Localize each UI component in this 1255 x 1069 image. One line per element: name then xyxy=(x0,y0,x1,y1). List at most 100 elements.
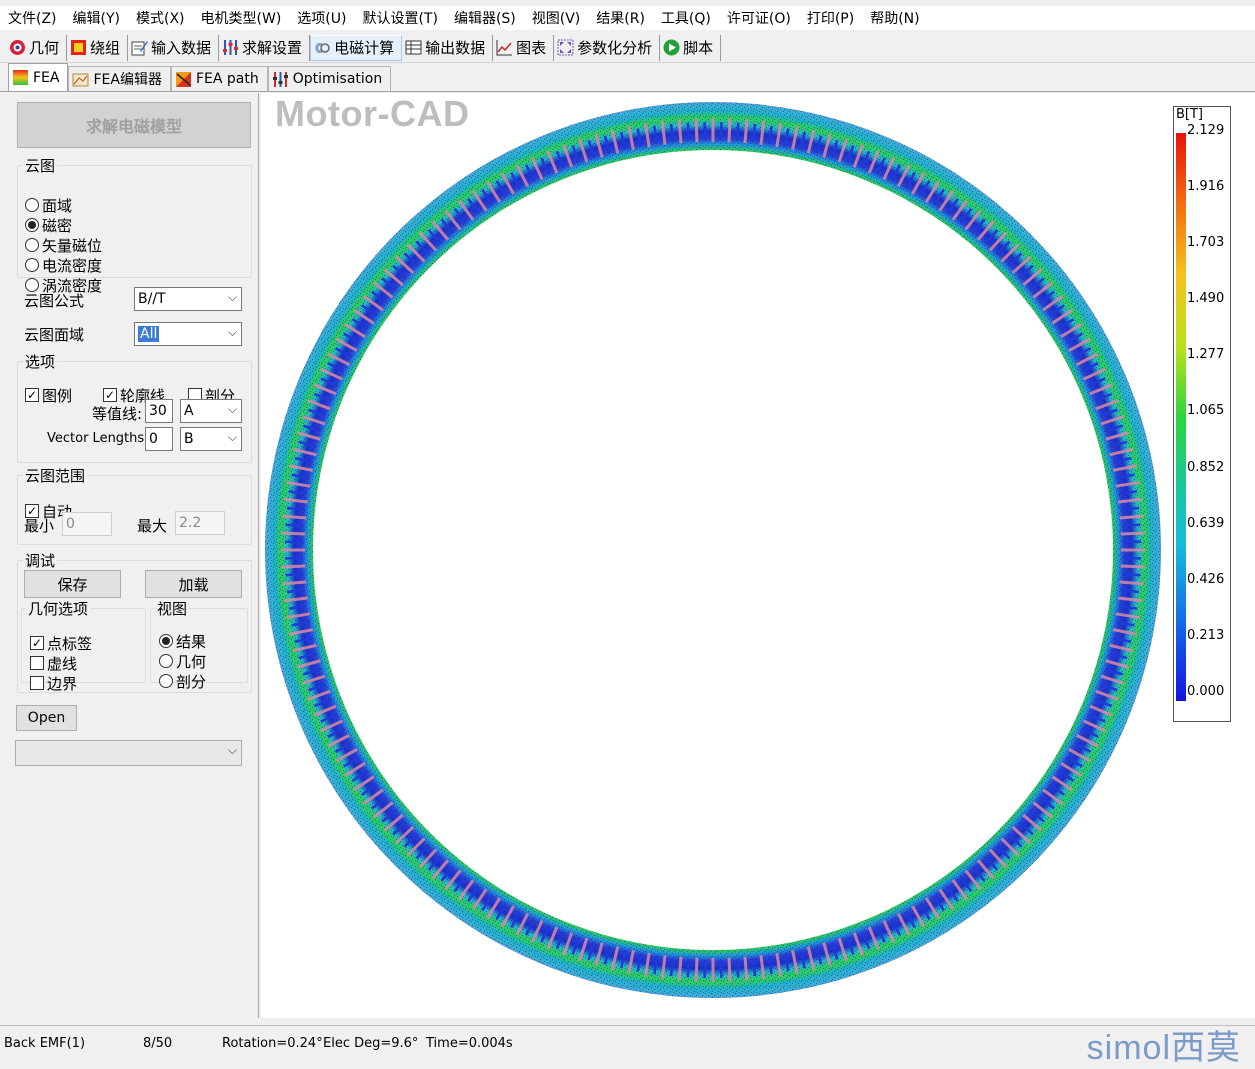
radio-icon xyxy=(159,674,173,688)
view-option-geometry[interactable]: 几何 xyxy=(159,651,206,671)
fea-path-icon xyxy=(175,71,192,88)
tab-em-calc[interactable]: 电磁计算 xyxy=(310,35,402,61)
menu-print[interactable]: 打印(P) xyxy=(799,8,862,28)
menu-editors[interactable]: 编辑器(S) xyxy=(446,8,524,28)
contour-lines-label: 等值线: xyxy=(92,403,142,424)
checkmark-icon: ✓ xyxy=(30,636,44,650)
contour-lines-input[interactable]: 30 xyxy=(145,399,173,423)
menu-help[interactable]: 帮助(N) xyxy=(862,8,927,28)
vector-lengths-label: Vector Lengths: xyxy=(47,431,149,446)
checkbox-icon xyxy=(30,656,44,670)
formula-label: 云图公式 xyxy=(24,290,84,311)
save-button[interactable]: 保存 xyxy=(24,570,121,598)
menu-tools[interactable]: 工具(Q) xyxy=(653,8,719,28)
stator-tooth xyxy=(737,123,738,141)
contour-option-current-density[interactable]: 电流密度 xyxy=(25,255,102,275)
tab-output-data[interactable]: 输出数据 xyxy=(402,35,493,61)
solve-em-model-button[interactable]: 求解电磁模型 xyxy=(17,102,251,148)
boundary-checkbox[interactable]: 边界 xyxy=(30,673,92,693)
stator-slot xyxy=(281,566,305,567)
min-input[interactable]: 0 xyxy=(62,512,112,536)
menu-file[interactable]: 文件(Z) xyxy=(0,8,65,28)
stator-slot xyxy=(696,118,697,142)
checkmark-icon: ✓ xyxy=(25,388,39,402)
options-group-title: 选项 xyxy=(23,351,57,372)
vector-lengths-input[interactable]: 0 xyxy=(145,427,173,451)
view-option-mesh[interactable]: 剖分 xyxy=(159,671,206,691)
tab-script[interactable]: 脚本 xyxy=(660,35,721,61)
vector-lengths-unit-select[interactable]: B ⌵ xyxy=(180,427,242,451)
menu-license[interactable]: 许可证(O) xyxy=(719,8,799,28)
chevron-down-icon: ⌵ xyxy=(228,430,237,445)
tab-parametric[interactable]: 参数化分析 xyxy=(554,35,660,61)
stator-slot xyxy=(696,958,697,982)
script-select[interactable]: ⌵ xyxy=(15,740,242,766)
stator-tooth xyxy=(753,958,755,976)
contour-option-vector-potential[interactable]: 矢量磁位 xyxy=(25,235,102,255)
subtab-fea[interactable]: FEA xyxy=(8,63,68,91)
status-elec-deg: Elec Deg=9.6° xyxy=(323,1036,418,1051)
contour-lines-unit-select[interactable]: A ⌵ xyxy=(180,399,242,423)
menu-results[interactable]: 结果(R) xyxy=(588,8,653,28)
optimisation-icon xyxy=(272,71,289,88)
stator-slot xyxy=(282,516,306,518)
max-label: 最大 xyxy=(137,515,167,536)
tab-winding[interactable]: 绕组 xyxy=(67,35,128,61)
winding-icon xyxy=(70,39,87,56)
stator-tooth xyxy=(287,590,305,592)
legend-tick: 1.277 xyxy=(1187,347,1224,362)
contour-group: 云图 面域 磁密 矢量磁位 电流密度 涡流密度 xyxy=(17,155,252,278)
stator-slot xyxy=(729,118,730,142)
sliders-icon xyxy=(222,39,239,56)
airgap-bore xyxy=(313,150,1113,950)
view-option-result[interactable]: 结果 xyxy=(159,631,206,651)
load-button[interactable]: 加载 xyxy=(145,570,242,598)
stator-slot xyxy=(281,533,305,534)
edit-document-icon xyxy=(131,39,148,56)
fea-plot-area[interactable]: Motor-CAD xyxy=(261,93,1255,1018)
menu-edit[interactable]: 编辑(Y) xyxy=(65,8,128,28)
legend-tick: 2.129 xyxy=(1187,123,1224,138)
contour-option-flux-density[interactable]: 磁密 xyxy=(25,215,102,235)
tab-solve-settings[interactable]: 求解设置 xyxy=(219,35,310,61)
status-mode: Back EMF(1) xyxy=(4,1036,85,1051)
subtab-fea-path[interactable]: FEA path xyxy=(171,66,268,91)
min-label: 最小 xyxy=(24,515,54,536)
legend-checkbox[interactable]: ✓图例 xyxy=(25,385,72,405)
contour-option-region[interactable]: 面域 xyxy=(25,195,102,215)
tab-input-data[interactable]: 输入数据 xyxy=(128,35,219,61)
point-labels-checkbox[interactable]: ✓点标签 xyxy=(30,633,92,653)
tab-graphs[interactable]: 图表 xyxy=(493,35,554,61)
stator-slot xyxy=(679,119,681,143)
max-input[interactable]: 2.2 xyxy=(175,511,225,535)
subtab-fea-editor[interactable]: FEA编辑器 xyxy=(68,66,170,91)
radio-selected-icon xyxy=(25,218,39,232)
legend-tick: 0.639 xyxy=(1187,516,1224,531)
open-button[interactable]: Open xyxy=(16,705,77,731)
geometry-options-group: 几何选项 ✓点标签 虚线 边界 xyxy=(21,598,146,683)
legend-tick: 1.065 xyxy=(1187,403,1224,418)
line-chart-icon xyxy=(496,39,513,56)
fea-subtabs: FEA FEA编辑器 FEA path Optimisation xyxy=(0,64,1255,92)
stator-slot xyxy=(1121,533,1145,534)
stator-tooth xyxy=(688,123,689,141)
radio-selected-icon xyxy=(159,634,173,648)
stator-slot xyxy=(729,958,730,982)
legend-gradient xyxy=(1176,133,1186,701)
menu-defaults[interactable]: 默认设置(T) xyxy=(354,8,445,28)
menu-motor-type[interactable]: 电机类型(W) xyxy=(193,8,290,28)
region-select[interactable]: All ⌵ xyxy=(134,322,242,346)
dashed-lines-checkbox[interactable]: 虚线 xyxy=(30,653,92,673)
checkmark-icon: ✓ xyxy=(103,388,117,402)
formula-select[interactable]: B//T ⌵ xyxy=(134,287,242,311)
menu-options[interactable]: 选项(U) xyxy=(289,8,354,28)
status-step: 8/50 xyxy=(143,1036,172,1051)
subtab-optimisation[interactable]: Optimisation xyxy=(268,66,392,91)
flux-density-contour-plot[interactable] xyxy=(261,93,1255,1018)
menu-mode[interactable]: 模式(X) xyxy=(128,8,193,28)
tab-geometry[interactable]: 几何 xyxy=(6,35,67,61)
stator-tooth xyxy=(1121,508,1139,510)
checkbox-icon xyxy=(30,676,44,690)
menu-view[interactable]: 视图(V) xyxy=(524,8,589,28)
chevron-down-icon: ⌵ xyxy=(228,743,237,758)
